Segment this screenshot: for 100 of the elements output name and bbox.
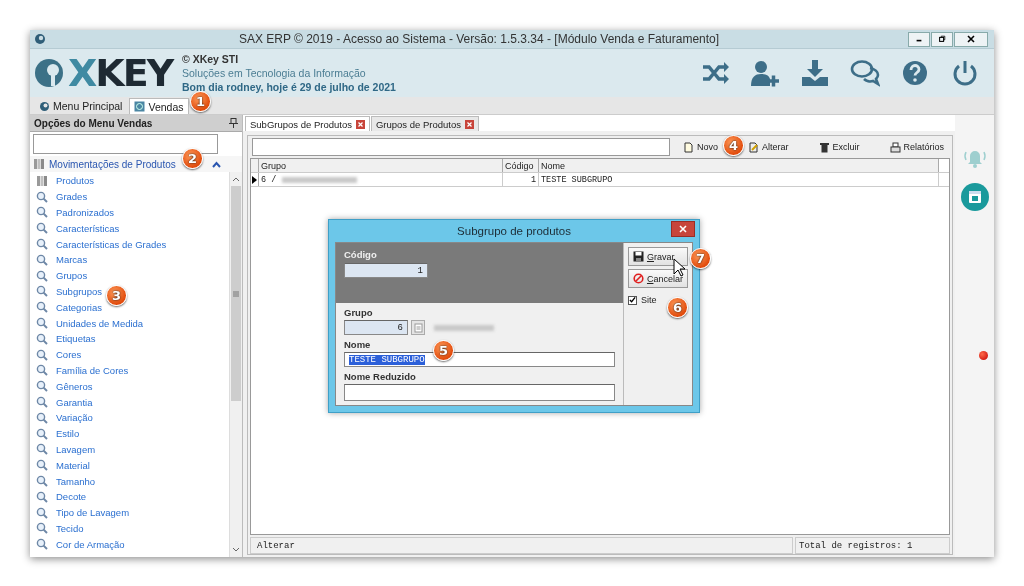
download-icon[interactable] [800, 59, 830, 87]
search-icon [36, 538, 48, 551]
logo-text: XKEY [68, 54, 173, 92]
table-cell: 1 [530, 174, 536, 185]
status-message: Alterar [257, 540, 295, 551]
menu-item[interactable]: Variação [56, 412, 93, 424]
close-tab-icon[interactable] [464, 119, 474, 129]
menu-item[interactable]: Tipo de Lavagem [56, 507, 130, 519]
document-tab[interactable]: SubGrupos de Produtos [245, 116, 370, 131]
lookup-button[interactable] [411, 320, 425, 335]
checkbox-label: Site [640, 295, 657, 305]
toolbar-button[interactable]: Relatórios [886, 139, 948, 155]
pin-icon[interactable] [229, 118, 238, 128]
search-icon [36, 427, 48, 440]
menu-item[interactable]: Grades [56, 191, 88, 203]
menu-item[interactable]: Categorias [56, 301, 102, 313]
toolbar-button[interactable]: Novo [680, 139, 721, 155]
calendar-icon[interactable] [960, 183, 989, 211]
books-icon [33, 158, 45, 170]
close-button[interactable] [954, 31, 988, 47]
menu-item[interactable]: Garantia [56, 396, 93, 408]
search-icon [36, 269, 48, 282]
search-icon [36, 348, 48, 361]
document-tab[interactable]: Grupos de Produtos [370, 116, 479, 131]
scrollbar[interactable] [229, 172, 242, 557]
module-tab[interactable]: Menu Principal [34, 98, 128, 114]
printer-icon [889, 141, 901, 153]
menu-item[interactable]: Decote [56, 491, 87, 503]
app-icon [39, 100, 50, 112]
menu-item[interactable]: Família de Cores [56, 364, 129, 376]
code-field[interactable]: 1 [344, 263, 428, 278]
close-tab-icon[interactable] [355, 119, 365, 129]
menu-item[interactable]: Estilo [56, 428, 80, 440]
prohibited-icon [632, 273, 644, 284]
menu-item[interactable]: Marcas [56, 254, 88, 266]
field-label: Grupo [344, 307, 373, 318]
menu-item[interactable]: Cores [56, 349, 82, 361]
panel-title: Opções do Menu Vendas [34, 117, 154, 129]
menu-search-field[interactable] [33, 134, 218, 154]
toolbar-button[interactable]: Alterar [745, 139, 792, 155]
menu-item[interactable]: Etiquetas [56, 333, 96, 345]
menu-item[interactable]: Características [56, 222, 120, 234]
search-icon [36, 522, 48, 535]
search-icon [36, 506, 48, 519]
column-header[interactable]: Código [503, 159, 539, 172]
dialog-button[interactable]: Cancelar [627, 269, 688, 288]
module-tab[interactable]: Vendas [129, 98, 189, 114]
search-icon [36, 380, 48, 393]
search-icon [36, 206, 48, 219]
books-icon [36, 174, 48, 187]
window-title: SAX ERP © 2019 - Acesso ao Sistema - Versão: 1.5.3.34 - [Módulo Venda e Faturamento] [237, 32, 721, 46]
menu-item[interactable]: Material [56, 459, 90, 471]
group-field[interactable]: 6 [344, 320, 408, 335]
search-icon [36, 238, 48, 251]
column-header[interactable]: Nome [539, 159, 939, 172]
search-icon [36, 490, 48, 503]
search-icon [36, 301, 48, 314]
table-cell: TESTE SUBGRUPO [541, 174, 613, 185]
redacted-text [434, 324, 494, 331]
close-icon [679, 225, 687, 233]
menu-item[interactable]: Gêneros [56, 380, 93, 392]
menu-item[interactable]: Cor de Armação [56, 538, 125, 550]
search-icon [36, 475, 48, 488]
menu-item[interactable]: Padronizados [56, 207, 115, 218]
menu-item[interactable]: Produtos [56, 175, 95, 187]
grip-icon [233, 290, 239, 297]
menu-item[interactable]: Tamanho [56, 475, 96, 487]
checkbox[interactable] [627, 295, 637, 305]
menu-item[interactable]: Subgrupos [56, 285, 102, 297]
chat-bubbles-icon[interactable] [850, 59, 880, 87]
company-name: © XKey STI [182, 53, 240, 65]
search-icon [36, 285, 48, 298]
menu-item[interactable]: Características de Grades [56, 238, 167, 250]
menu-item[interactable]: Tecido [56, 522, 84, 534]
collapse-chevron-icon[interactable] [212, 160, 221, 168]
add-user-icon[interactable] [750, 59, 780, 87]
search-icon [36, 396, 48, 409]
shuffle-icon[interactable] [700, 59, 730, 87]
record-count: Total de registros: 1 [799, 540, 913, 551]
search-icon [36, 253, 48, 266]
field-label: Código [344, 249, 377, 260]
restore-button[interactable] [931, 31, 953, 47]
close-icon [966, 34, 976, 44]
column-header[interactable]: Grupo [259, 159, 503, 172]
menu-item[interactable]: Grupos [56, 270, 88, 282]
menu-item[interactable]: Lavagem [56, 443, 96, 455]
search-field[interactable] [252, 138, 670, 156]
short-name-field[interactable] [344, 384, 615, 401]
help-icon[interactable] [900, 59, 930, 87]
toolbar-button[interactable]: Excluir [815, 139, 863, 155]
menu-item[interactable]: Unidades de Medida [56, 317, 144, 329]
document-edit-icon [748, 141, 759, 153]
company-tagline: Soluções em Tecnologia da Informação [182, 67, 367, 79]
search-icon [36, 222, 48, 235]
field-label: Nome Reduzido [344, 371, 416, 382]
search-icon [36, 190, 48, 203]
close-button[interactable] [671, 221, 695, 237]
dialog-button[interactable]: Gravar [627, 247, 688, 266]
row-pointer-icon [252, 175, 257, 184]
greeting-text: Bom dia rodney, hoje é 29 de julho de 2021 [182, 81, 396, 93]
